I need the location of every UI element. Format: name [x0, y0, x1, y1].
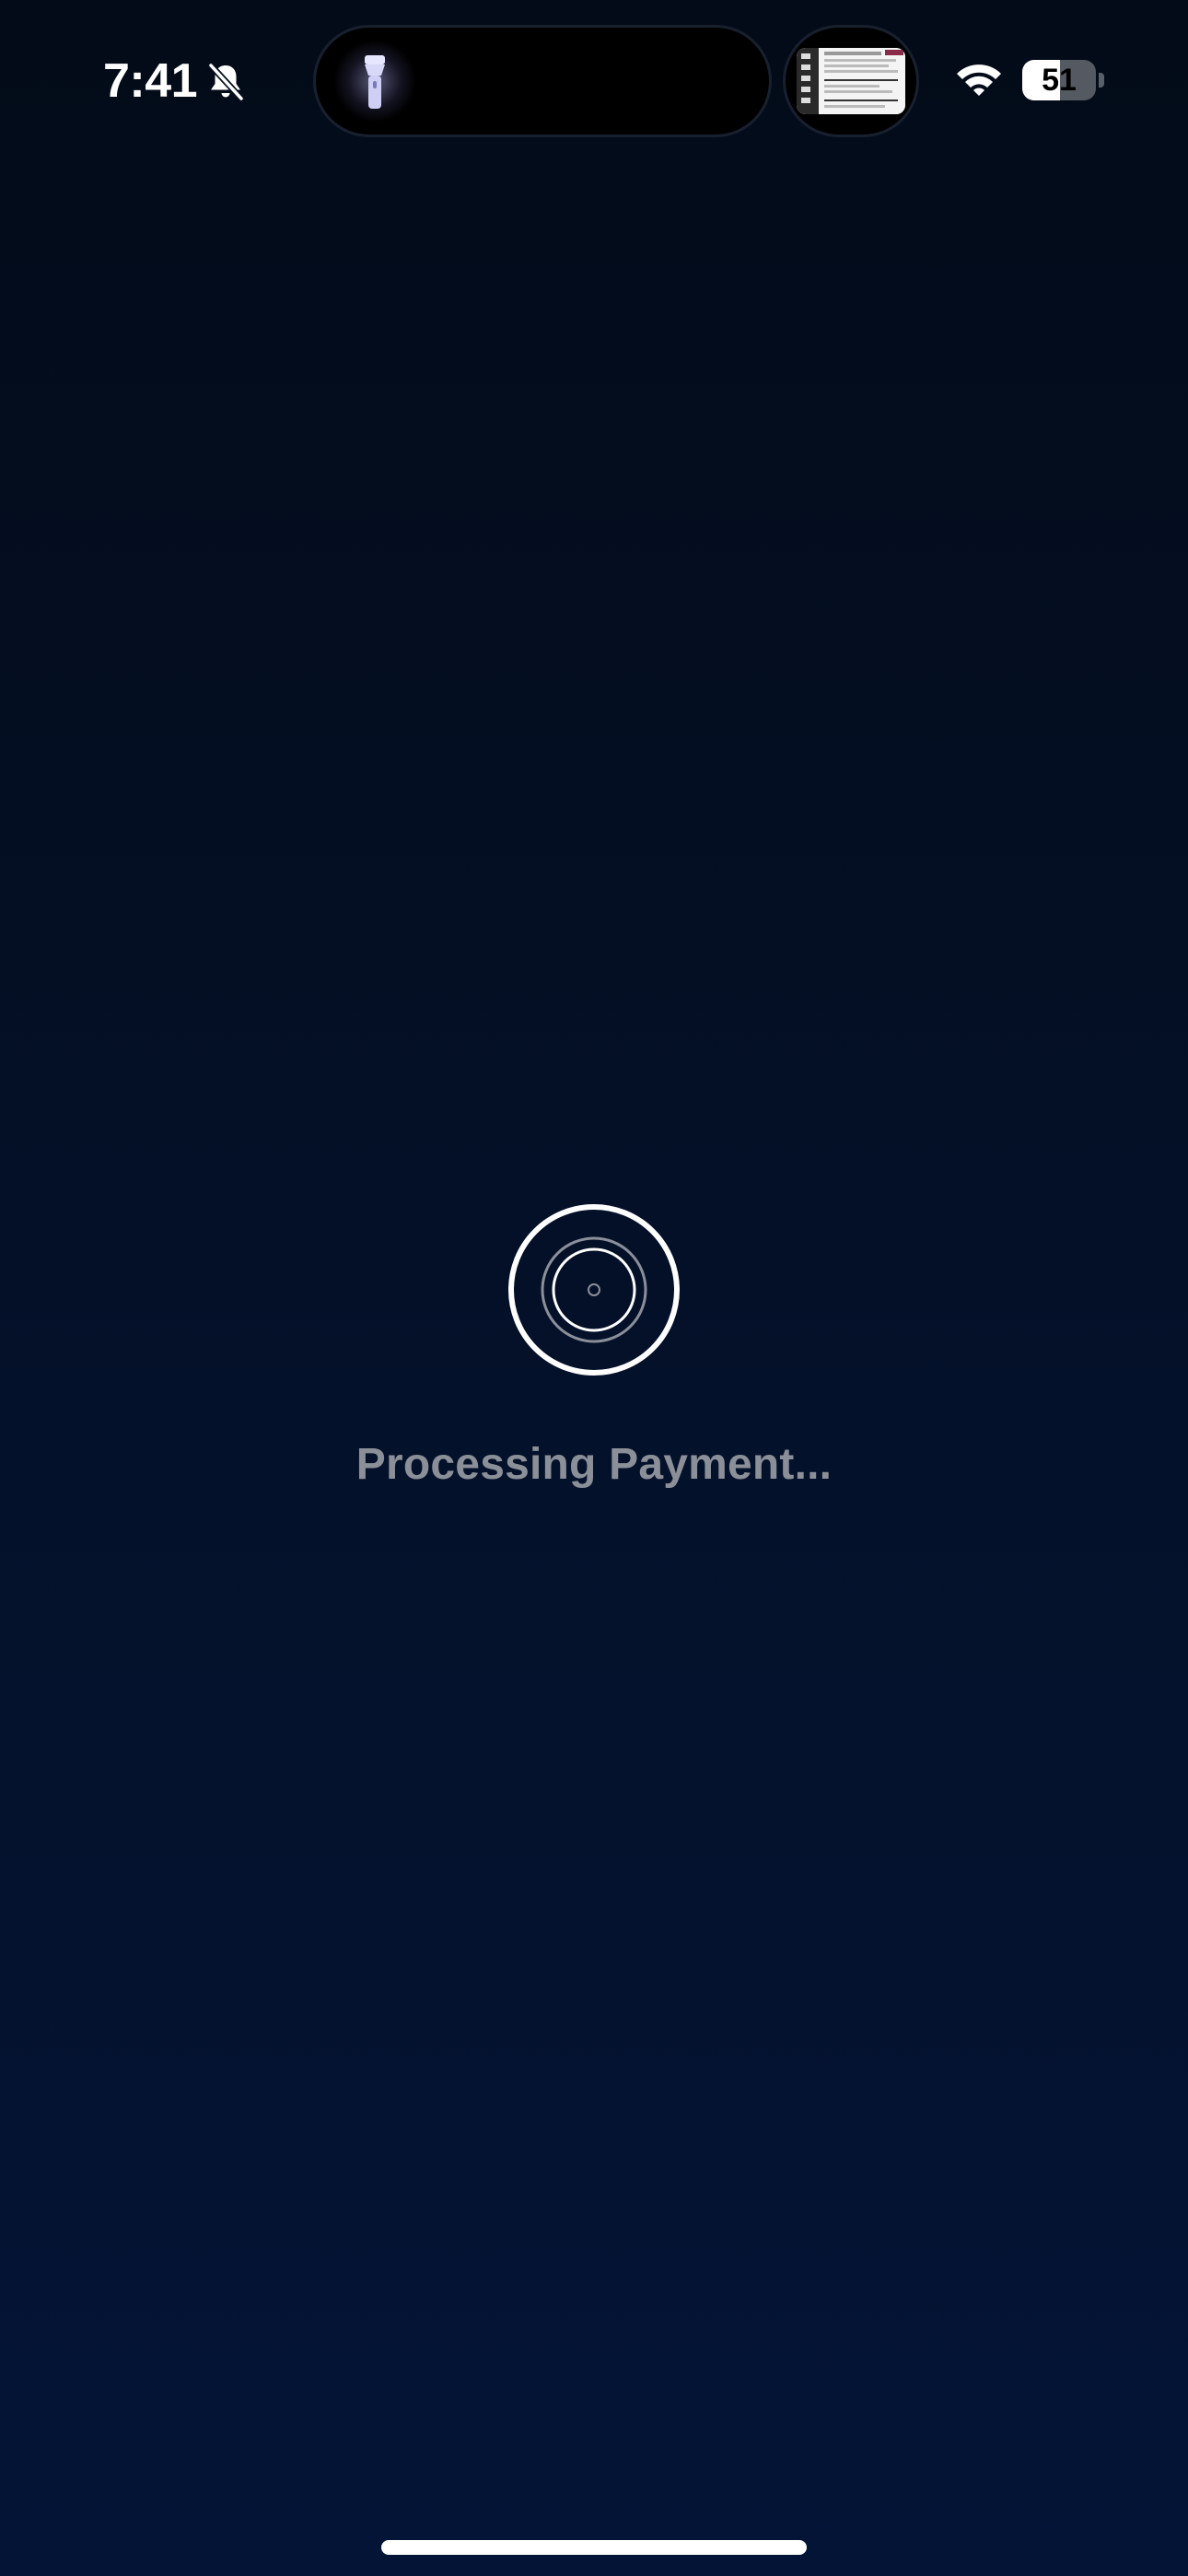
dynamic-island[interactable] [316, 28, 769, 135]
document-preview-icon [797, 48, 905, 114]
status-bar: 7:41 51 [0, 0, 1188, 166]
home-indicator[interactable] [381, 2540, 807, 2555]
flashlight-icon [365, 55, 385, 109]
battery-level: 51 [1042, 63, 1077, 98]
battery-indicator: 51 [1022, 60, 1096, 100]
processing-status-text: Processing Payment... [355, 1440, 833, 1489]
wifi-icon [957, 64, 1001, 96]
spinner-icon [508, 1204, 680, 1376]
status-time: 7:41 [103, 54, 198, 108]
bell-slash-icon [207, 62, 245, 102]
battery-cap [1099, 73, 1104, 88]
live-activity-thumbnail[interactable] [786, 28, 916, 135]
